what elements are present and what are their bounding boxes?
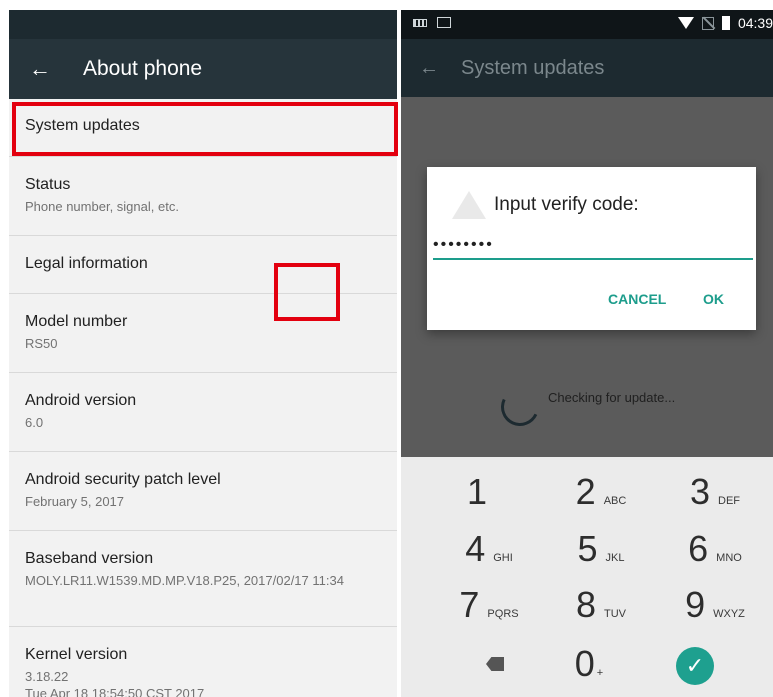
list-item-kernel-version[interactable]: Kernel version 3.18.22 Tue Apr 18 18:54:…	[9, 627, 397, 697]
key-letters: JKL	[605, 552, 625, 564]
key-digit: 7	[459, 584, 480, 625]
loading-spinner-icon	[495, 382, 545, 432]
checkmark-icon: ✓	[676, 647, 714, 685]
app-bar: ← About phone	[9, 39, 397, 99]
status-bar: 04:39	[401, 10, 773, 39]
key-digit: 8	[575, 584, 597, 625]
list-item-baseband-version[interactable]: Baseband version MOLY.LR11.W1539.MD.MP.V…	[9, 531, 397, 627]
key-digit: 3	[689, 471, 711, 512]
list-item-subtitle: RS50	[25, 336, 58, 351]
key-5[interactable]: 5 JKL	[539, 522, 663, 582]
dialog-title-text: Input verify code:	[494, 194, 639, 215]
cancel-button[interactable]: CANCEL	[608, 291, 666, 307]
page-title: About phone	[83, 57, 203, 80]
key-3[interactable]: 3 DEF	[653, 465, 773, 525]
list-item-subtitle: MOLY.LR11.W1539.MD.MP.V18.P25, 2017/02/1…	[25, 573, 344, 588]
checking-text: Checking for update...	[548, 390, 676, 405]
list-item-subtitle-2: Tue Apr 18 18:54:50 CST 2017	[25, 686, 205, 697]
key-letters: +	[596, 667, 604, 679]
list-item-title: Status	[25, 176, 71, 193]
numeric-keypad: 1 2 ABC 3 DEF 4 GHI 5 JKL 6 MNO 7 PQRS 8…	[401, 457, 773, 697]
wifi-icon	[677, 17, 694, 29]
checking-indicator: Checking for update...	[495, 382, 701, 432]
list-item-subtitle: 6.0	[25, 415, 44, 430]
system-updates-screen: 04:39 ← System updates Checking for upda…	[401, 10, 773, 697]
key-8[interactable]: 8 TUV	[539, 578, 663, 638]
key-digit: 0	[574, 643, 595, 684]
highlight-box-ok	[274, 263, 340, 321]
highlight-box-system-updates	[12, 102, 398, 156]
status-bar	[9, 10, 397, 39]
battery-icon	[721, 16, 730, 30]
backspace-icon	[486, 657, 504, 671]
done-key[interactable]: ✓	[633, 637, 757, 697]
key-4[interactable]: 4 GHI	[427, 522, 551, 582]
list-item-title: Legal information	[25, 255, 148, 272]
list-item-title: Model number	[25, 313, 128, 330]
dialog-title: Input verify code:	[452, 191, 639, 219]
list-item-title: Android security patch level	[25, 471, 221, 488]
key-digit: 6	[688, 528, 709, 569]
key-7[interactable]: 7 PQRS	[427, 578, 551, 638]
key-digit: 4	[465, 528, 486, 569]
no-signal-icon	[701, 16, 714, 30]
ok-button[interactable]: OK	[703, 291, 724, 307]
warning-icon	[452, 191, 486, 219]
key-6[interactable]: 6 MNO	[653, 522, 773, 582]
key-letters: MNO	[716, 552, 742, 564]
key-digit: 1	[466, 471, 488, 512]
list-item-subtitle: February 5, 2017	[25, 494, 125, 509]
list-item-security-patch-level[interactable]: Android security patch level February 5,…	[9, 452, 397, 531]
list-item-title: Kernel version	[25, 646, 128, 663]
list-item-title: Baseband version	[25, 550, 154, 567]
list-item-subtitle: 3.18.22	[25, 669, 69, 684]
key-9[interactable]: 9 WXYZ	[653, 578, 773, 638]
list-item-android-version[interactable]: Android version 6.0	[9, 373, 397, 452]
keyboard-icon	[413, 19, 427, 27]
image-icon	[437, 17, 451, 28]
key-letters: DEF	[718, 495, 741, 507]
key-letters: ABC	[603, 495, 627, 507]
key-2[interactable]: 2 ABC	[539, 465, 663, 525]
key-letters: WXYZ	[713, 608, 745, 620]
page-title: System updates	[461, 56, 605, 79]
key-digit: 9	[685, 584, 706, 625]
list-item-title: Android version	[25, 392, 137, 409]
key-1[interactable]: 1	[415, 465, 539, 525]
key-letters: PQRS	[487, 608, 519, 620]
list-item-subtitle: Phone number, signal, etc.	[25, 199, 179, 214]
settings-list: System updates Status Phone number, sign…	[9, 99, 397, 697]
status-time: 04:39	[737, 15, 773, 31]
verify-code-input[interactable]: ••••••••	[433, 236, 753, 260]
back-arrow-icon[interactable]: ←	[29, 58, 55, 80]
key-letters: GHI	[493, 552, 513, 564]
verify-code-dialog: Input verify code: •••••••• CANCEL OK	[427, 167, 756, 330]
back-arrow-icon[interactable]: ←	[419, 57, 439, 80]
key-digit: 5	[577, 528, 598, 569]
app-bar: ← System updates	[401, 39, 773, 97]
key-digit: 2	[575, 471, 596, 512]
key-letters: TUV	[604, 608, 627, 620]
list-item-status[interactable]: Status Phone number, signal, etc.	[9, 157, 397, 236]
